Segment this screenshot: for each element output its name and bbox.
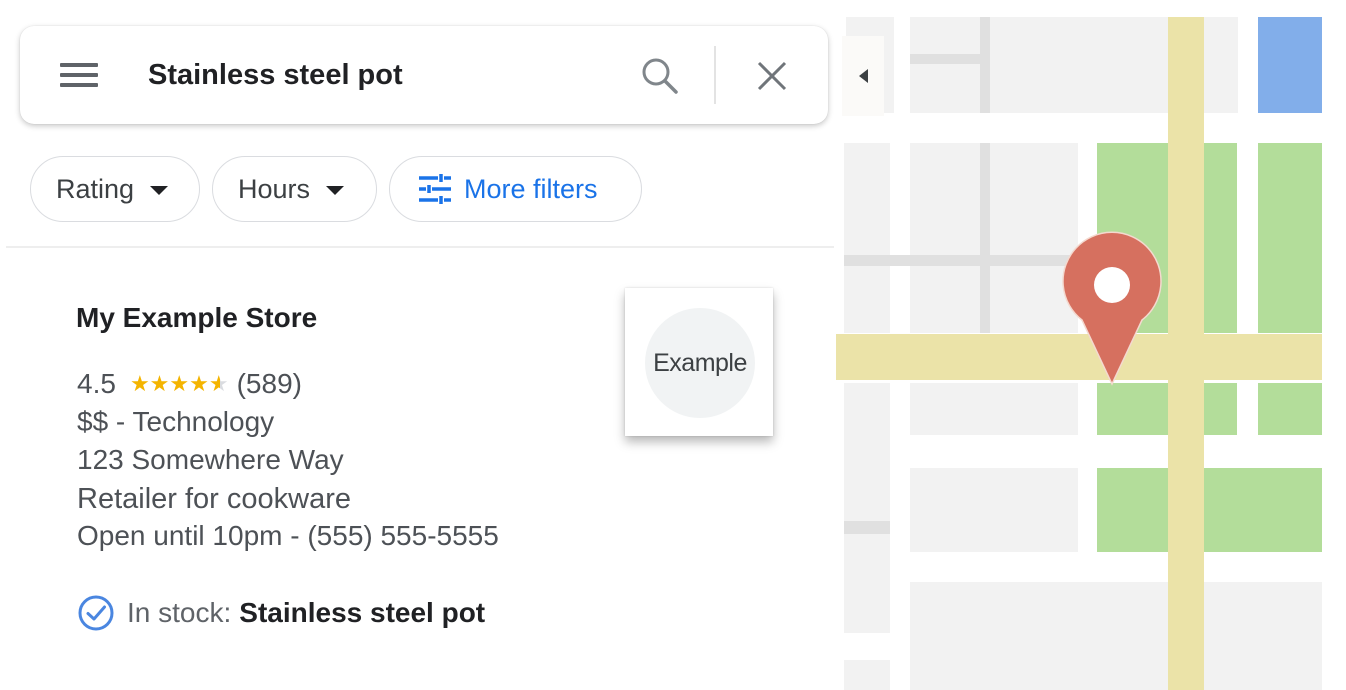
map-minor-road <box>980 17 990 113</box>
star-rating: ★ ★ ★ ★ ★ <box>130 373 229 395</box>
results-panel: Rating Hours More filters My Example Sto… <box>0 0 836 690</box>
map-block <box>844 143 890 333</box>
map-park <box>1258 143 1322 333</box>
map-water <box>1258 17 1322 113</box>
map-block <box>910 468 1078 552</box>
filter-chip-hours[interactable]: Hours <box>212 156 377 222</box>
star-icon: ★ <box>129 371 150 396</box>
search-box <box>20 26 828 124</box>
star-icon: ★ <box>189 371 209 396</box>
caret-down-icon <box>326 186 345 195</box>
store-address: 123 Somewhere Way <box>77 444 344 475</box>
search-button[interactable] <box>638 54 682 98</box>
store-logo-text: Example <box>653 348 747 377</box>
hours-and-phone: Open until 10pm - (555) 555-5555 <box>77 520 499 551</box>
half-star-icon: ★ <box>208 371 229 396</box>
map-block <box>910 582 1322 690</box>
map-major-road <box>836 334 1322 380</box>
star-icon: ★ <box>149 371 170 396</box>
map-view[interactable] <box>836 0 1346 690</box>
map-minor-road <box>910 54 980 64</box>
check-circle-icon <box>78 595 114 631</box>
map-minor-road <box>980 143 990 333</box>
filter-chip-label: Hours <box>238 173 311 204</box>
store-thumbnail[interactable]: Example <box>625 288 773 436</box>
map-park <box>1097 383 1237 435</box>
map-block <box>844 383 890 633</box>
map-park <box>1258 383 1322 435</box>
store-description: Retailer for cookware <box>77 483 351 515</box>
rating-value: 4.5 <box>77 368 116 399</box>
price-category: $$ - Technology <box>77 406 275 437</box>
filter-chip-label: More filters <box>464 173 598 204</box>
store-logo: Example <box>645 308 755 418</box>
filter-chips: Rating Hours More filters <box>30 156 642 222</box>
filter-chip-label: Rating <box>56 173 135 204</box>
search-icon <box>642 58 678 94</box>
stock-product: Stainless steel pot <box>239 597 486 628</box>
collapse-left-icon <box>858 69 868 83</box>
rating-row: 4.5 ★ ★ ★ ★ ★ (589) <box>77 368 302 400</box>
map-block <box>910 383 1078 435</box>
close-icon <box>757 61 787 91</box>
map-major-road <box>1168 17 1204 690</box>
map-block <box>910 143 1078 333</box>
result-card[interactable]: My Example Store 4.5 ★ ★ ★ ★ ★ (589) $$ … <box>0 250 836 690</box>
collapse-panel-button[interactable] <box>842 36 884 116</box>
tune-icon <box>419 174 451 204</box>
more-filters-button[interactable]: More filters <box>389 156 642 222</box>
map-park <box>1097 468 1322 552</box>
stock-label: In stock: <box>127 597 232 628</box>
hamburger-menu-icon[interactable] <box>60 60 98 90</box>
review-count[interactable]: (589) <box>237 368 302 400</box>
star-icon: ★ <box>169 371 190 396</box>
search-divider <box>714 46 716 104</box>
map-block <box>844 660 890 690</box>
in-stock-row: In stock: Stainless steel pot <box>77 594 485 632</box>
store-name[interactable]: My Example Store <box>76 302 317 334</box>
map-minor-road <box>844 255 1078 266</box>
filter-chip-rating[interactable]: Rating <box>30 156 200 222</box>
section-divider <box>6 246 834 248</box>
caret-down-icon <box>150 186 169 195</box>
clear-search-button[interactable] <box>752 56 792 96</box>
map-canvas[interactable] <box>836 0 1346 690</box>
search-input[interactable] <box>148 50 618 100</box>
map-minor-road <box>844 521 890 534</box>
